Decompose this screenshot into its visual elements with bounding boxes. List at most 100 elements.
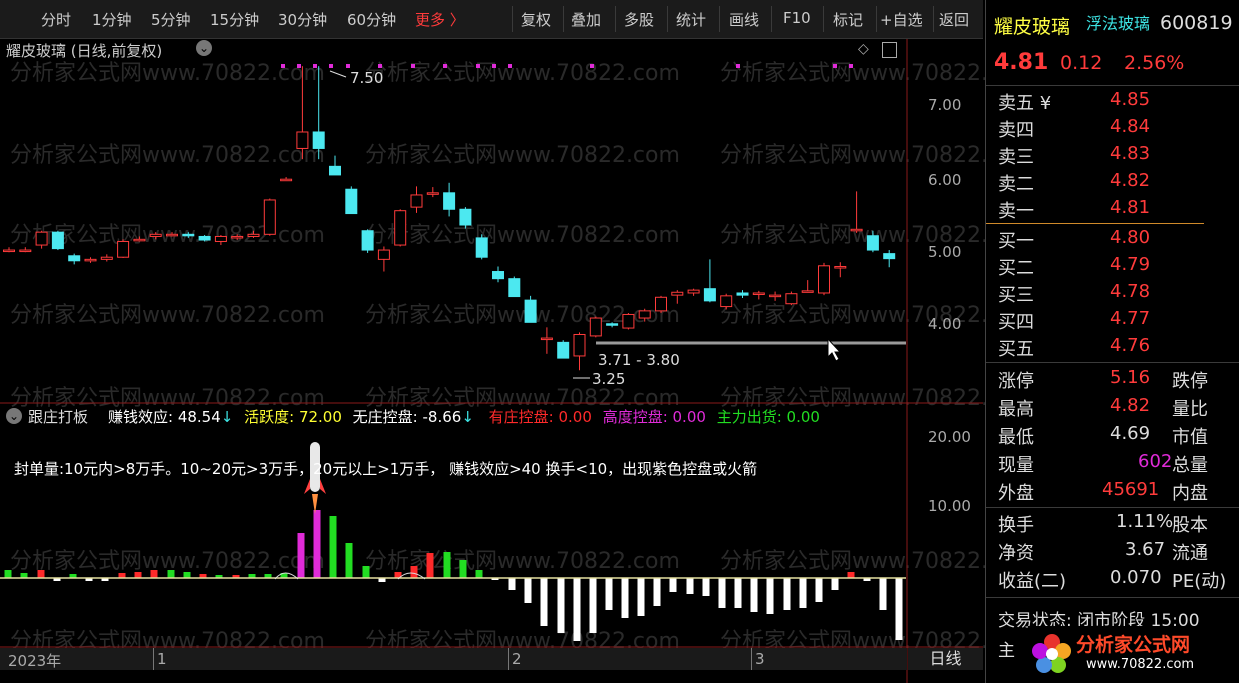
- candle[interactable]: [280, 178, 293, 182]
- candle[interactable]: [198, 235, 211, 241]
- candle[interactable]: [84, 258, 97, 262]
- candle[interactable]: [329, 165, 341, 176]
- candle[interactable]: [3, 249, 15, 253]
- diamond-icon[interactable]: ◇: [858, 41, 869, 57]
- add-watchlist-button[interactable]: +自选: [880, 9, 923, 30]
- candle[interactable]: [68, 255, 81, 262]
- candle[interactable]: [557, 341, 570, 359]
- candle[interactable]: [214, 235, 227, 242]
- candle[interactable]: [801, 290, 814, 293]
- candle[interactable]: [296, 131, 309, 149]
- period-60min[interactable]: 60分钟: [347, 9, 396, 30]
- stat-label: 股本: [1172, 515, 1208, 536]
- indicator-note: 封单量:10元内>8万手。10~20元>3万手，20元以上>1万手， 赚钱效应>…: [14, 460, 758, 478]
- stat-label: 收益(二): [998, 571, 1067, 592]
- industry-tag[interactable]: 浮法玻璃: [1086, 10, 1150, 34]
- candle[interactable]: [540, 337, 553, 341]
- candle[interactable]: [671, 291, 684, 296]
- indicator-bar: [134, 572, 142, 578]
- candle[interactable]: [736, 292, 749, 296]
- candle[interactable]: [149, 233, 162, 237]
- f10-button[interactable]: F10: [783, 9, 811, 27]
- candle[interactable]: [752, 292, 765, 295]
- overlay-button[interactable]: 叠加: [571, 9, 601, 30]
- period-5min[interactable]: 5分钟: [151, 9, 191, 30]
- candle[interactable]: [263, 199, 276, 235]
- site-logo: 分析家公式网 www.70822.com: [1028, 626, 1236, 680]
- candle[interactable]: [133, 238, 146, 242]
- candle[interactable]: [459, 208, 472, 226]
- period-30min[interactable]: 30分钟: [278, 9, 327, 30]
- statistics-button[interactable]: 统计: [676, 9, 706, 30]
- price-change: 0.12: [1060, 52, 1103, 74]
- candle[interactable]: [492, 271, 504, 280]
- candle[interactable]: [818, 265, 830, 294]
- kline-chart[interactable]: [0, 39, 983, 683]
- stat-label: 换手: [998, 515, 1034, 536]
- candle[interactable]: [394, 210, 407, 246]
- candle[interactable]: [606, 323, 619, 326]
- signal-dot: [329, 64, 333, 68]
- candle[interactable]: [785, 293, 798, 305]
- candle[interactable]: [443, 192, 456, 210]
- candle[interactable]: [834, 266, 847, 269]
- candle[interactable]: [866, 235, 879, 251]
- candle[interactable]: [573, 333, 586, 357]
- indicator-bar: [4, 570, 12, 578]
- candle[interactable]: [182, 233, 195, 237]
- mark-button[interactable]: 标记: [833, 9, 863, 30]
- candle[interactable]: [720, 295, 733, 308]
- indicator-values: 赚钱效应: 48.54↓ 活跃度: 72.00 无庄控盘: -8.66↓ 有庄控…: [108, 408, 820, 426]
- indicator-bar: [345, 543, 353, 578]
- candle[interactable]: [410, 194, 423, 208]
- chevron-down-icon[interactable]: ⌄: [196, 40, 212, 56]
- indicator-bar: [718, 578, 726, 608]
- chevron-down-icon[interactable]: ⌄: [6, 408, 22, 424]
- quote-panel: 耀皮玻璃 浮法玻璃 600819 4.81 0.12 2.56% 卖五 ¥ 4.…: [985, 0, 1239, 683]
- candle[interactable]: [361, 230, 374, 251]
- candle[interactable]: [769, 294, 782, 298]
- candle[interactable]: [655, 296, 667, 312]
- candle[interactable]: [19, 249, 32, 253]
- bid1-price: 4.80: [1110, 227, 1151, 248]
- candle[interactable]: [345, 188, 358, 215]
- candle[interactable]: [589, 317, 602, 337]
- period-15min[interactable]: 15分钟: [210, 9, 259, 30]
- multi-stock-button[interactable]: 多股: [624, 9, 654, 30]
- y-tick: 10.00: [928, 497, 971, 515]
- indicator-bar: [557, 578, 565, 633]
- signal-dots: [281, 64, 853, 68]
- indicator-bar: [297, 533, 305, 578]
- candle[interactable]: [35, 231, 48, 246]
- candle[interactable]: [377, 249, 390, 260]
- candle[interactable]: [508, 278, 521, 298]
- back-button[interactable]: 返回: [939, 9, 969, 30]
- candle[interactable]: [703, 288, 716, 302]
- candle[interactable]: [850, 228, 863, 232]
- candle[interactable]: [117, 240, 130, 258]
- candle[interactable]: [51, 231, 64, 250]
- period-1min[interactable]: 1分钟: [92, 9, 132, 30]
- indicator-bar: [847, 572, 855, 578]
- candle[interactable]: [524, 299, 537, 323]
- indicator-name: 跟庄打板: [28, 408, 89, 426]
- period-fenshi[interactable]: 分时: [41, 9, 71, 30]
- more-periods-button[interactable]: 更多 〉: [415, 9, 465, 30]
- draw-line-button[interactable]: 画线: [729, 9, 759, 30]
- candle[interactable]: [231, 235, 244, 239]
- candle[interactable]: [622, 313, 635, 329]
- stat-label: 现量: [998, 455, 1034, 476]
- candle[interactable]: [166, 233, 178, 237]
- candle[interactable]: [100, 256, 113, 260]
- candle[interactable]: [687, 289, 700, 294]
- candle[interactable]: [312, 131, 325, 149]
- candle[interactable]: [247, 233, 260, 237]
- candle[interactable]: [638, 310, 651, 319]
- fuquan-button[interactable]: 复权: [521, 9, 551, 30]
- window-toggle-icon[interactable]: [882, 42, 897, 58]
- period-label[interactable]: 日线: [908, 648, 983, 670]
- candle[interactable]: [883, 253, 896, 260]
- candle[interactable]: [475, 237, 488, 258]
- candle[interactable]: [426, 192, 439, 195]
- indicator-bar: [879, 578, 887, 610]
